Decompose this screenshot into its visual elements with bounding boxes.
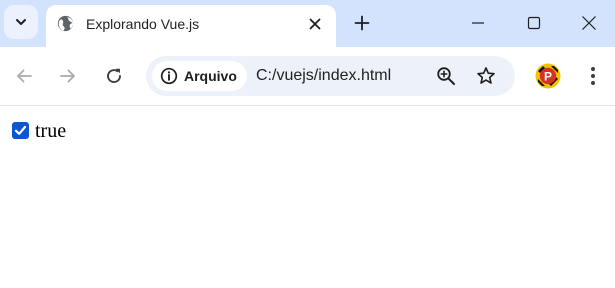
tab-search-button[interactable] <box>4 5 38 39</box>
maximize-icon <box>527 16 541 30</box>
address-bar[interactable]: Arquivo C:/vuejs/index.html <box>146 56 515 96</box>
browser-window: Explorando Vue.js Arquivo C:/vuejs/index… <box>0 0 615 288</box>
forward-button[interactable] <box>53 61 83 91</box>
new-tab-button[interactable] <box>348 9 376 37</box>
tab-close-button[interactable] <box>304 13 326 35</box>
plus-icon <box>354 15 370 31</box>
boolean-checkbox[interactable] <box>12 122 29 139</box>
reload-icon <box>107 68 121 83</box>
tab-strip: Explorando Vue.js <box>0 0 615 47</box>
star-icon <box>477 67 495 84</box>
maximize-button[interactable] <box>511 4 557 42</box>
minimize-button[interactable] <box>455 4 501 42</box>
reload-button[interactable] <box>99 61 129 91</box>
info-icon <box>160 67 178 85</box>
checkbox-value-text: true <box>35 120 67 142</box>
checkmark-icon <box>14 125 27 135</box>
arrow-left-icon <box>17 69 32 83</box>
avatar: P <box>535 63 561 89</box>
url-text[interactable]: C:/vuejs/index.html <box>256 67 391 85</box>
minimize-icon <box>472 22 484 24</box>
browser-toolbar: Arquivo C:/vuejs/index.html P <box>0 47 615 106</box>
back-button[interactable] <box>9 61 39 91</box>
chevron-down-icon <box>16 19 26 25</box>
close-icon <box>309 18 321 30</box>
site-info-chip[interactable]: Arquivo <box>152 61 247 91</box>
zoom-button[interactable] <box>432 62 460 90</box>
browser-menu-button[interactable] <box>580 62 606 90</box>
tab-title: Explorando Vue.js <box>86 16 200 32</box>
close-icon <box>582 16 596 30</box>
window-close-button[interactable] <box>566 4 612 42</box>
site-info-label: Arquivo <box>184 68 237 84</box>
tab-active[interactable]: Explorando Vue.js <box>46 5 336 47</box>
globe-icon <box>57 15 74 32</box>
zoom-in-icon <box>437 67 455 85</box>
arrow-right-icon <box>60 69 75 83</box>
profile-avatar[interactable]: P <box>535 63 561 89</box>
avatar-initial: P <box>544 69 552 83</box>
kebab-menu-icon <box>591 67 595 85</box>
page-content: true <box>0 106 615 288</box>
bookmark-button[interactable] <box>472 62 500 90</box>
